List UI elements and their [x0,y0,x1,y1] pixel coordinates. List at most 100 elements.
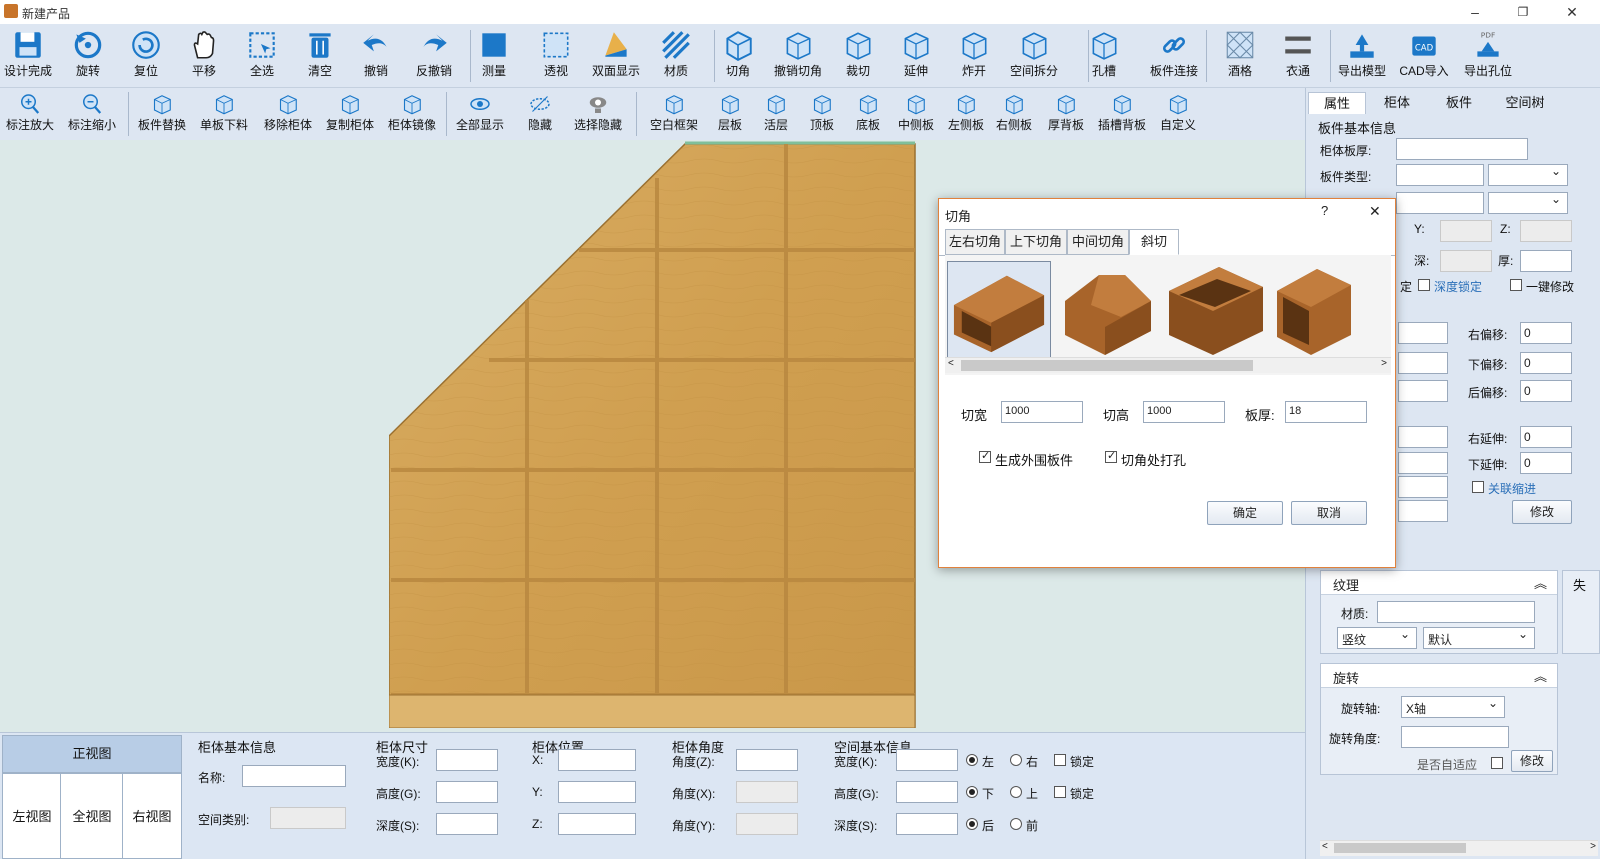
tb-undo-button[interactable]: 撤销 [344,28,408,79]
tb-extend-button[interactable]: 延伸 [884,28,948,79]
texture-header[interactable]: 纹理 ︽ [1321,571,1557,595]
tb-cad-import-button[interactable]: CAD CAD导入 [1392,28,1456,79]
tb-reset-button[interactable]: 复位 [114,28,178,79]
tb-rotate-button[interactable]: 旋转 [56,28,120,79]
tb2-empty-frame-button[interactable]: 空白框架 [642,92,706,133]
tb2-slot-back-button[interactable]: 插槽背板 [1090,92,1154,133]
tb2-mirror-cabinet-button[interactable]: 柜体镜像 [380,92,444,133]
close-icon[interactable]: ✕ [1369,203,1381,220]
collapse-icon[interactable]: ︽ [1534,573,1547,592]
name-input[interactable] [242,765,346,787]
board-type-input[interactable] [1396,164,1484,186]
board-type-select[interactable] [1488,164,1568,186]
one-key-checkbox[interactable] [1510,279,1522,291]
radio-right[interactable] [1010,754,1022,766]
tab-lr-chamfer[interactable]: 左右切角 [945,229,1005,255]
chamfer-shape-4-icon[interactable] [1271,261,1353,359]
tb2-mark-zoom-out-button[interactable]: 标注缩小 [60,92,124,133]
board-sub-select[interactable] [1488,192,1568,214]
tb2-select-hide-button[interactable]: 选择隐藏 [566,92,630,133]
lock-height-checkbox[interactable] [1054,786,1066,798]
tb-measure-button[interactable]: 测量 [462,28,526,79]
gen-outer-checkbox[interactable] [979,449,991,463]
tb2-hide-button[interactable]: 隐藏 [508,92,572,133]
panel-scrollbar[interactable]: < > [1320,840,1598,856]
ext-left-input[interactable] [1398,426,1448,448]
ok-button[interactable]: 确定 [1207,501,1283,525]
help-icon[interactable]: ? [1321,203,1328,218]
ext-front-input[interactable] [1398,476,1448,498]
tb-design-done-button[interactable]: 设计完成 [0,28,60,79]
link-shrink-checkbox[interactable] [1472,481,1484,493]
material-input[interactable] [1377,601,1535,623]
grain-select[interactable]: 竖纹 [1337,627,1417,649]
right-view-button[interactable]: 右视图 [122,773,182,859]
right-offset-input[interactable]: 0 [1520,322,1572,344]
tb2-show-all-button[interactable]: 全部显示 [448,92,512,133]
tb-board-connect-button[interactable]: 板件连接 [1142,28,1206,79]
offset-left-input[interactable] [1398,322,1448,344]
lock-width-checkbox[interactable] [1054,754,1066,766]
tb-explode-button[interactable]: 炸开 [942,28,1006,79]
board-sub-input[interactable] [1396,192,1484,214]
tb2-single-board-button[interactable]: 单板下料 [192,92,256,133]
radio-left[interactable] [966,754,978,766]
chamfer-shape-1-icon[interactable] [947,261,1051,359]
tb-wine-grid-button[interactable]: 酒格 [1208,28,1272,79]
collapse-icon[interactable]: ︽ [1534,666,1547,685]
tb-material-button[interactable]: 材质 [644,28,708,79]
pos-x-input[interactable] [558,749,636,771]
cancel-button[interactable]: 取消 [1291,501,1367,525]
tb-pan-button[interactable]: 平移 [172,28,236,79]
thickness-input[interactable]: 18 [1285,401,1367,423]
adapt-checkbox[interactable] [1491,757,1503,769]
back-offset-input[interactable]: 0 [1520,380,1572,402]
tb-clothes-rail-button[interactable]: 衣通 [1266,28,1330,79]
radio-back[interactable] [966,818,978,830]
tab-boards[interactable]: 板件 [1430,92,1488,114]
tb-double-side-button[interactable]: 双面显示 [584,28,648,79]
rotate-header[interactable]: 旋转 ︽ [1321,664,1557,688]
thickness-input[interactable] [1396,138,1528,160]
drill-checkbox[interactable] [1105,449,1117,463]
tb-space-split-button[interactable]: 空间拆分 [1002,28,1066,79]
rotate-angle-input[interactable] [1401,726,1509,748]
tab-properties[interactable]: 属性 [1308,92,1366,114]
cut-height-input[interactable]: 1000 [1143,401,1225,423]
tb2-mark-zoom-in-button[interactable]: 标注放大 [0,92,62,133]
depth-lock-checkbox[interactable] [1418,279,1430,291]
tab-space-tree[interactable]: 空间树 [1492,92,1558,114]
axis-select[interactable]: X轴 [1401,696,1505,718]
close-window-button[interactable]: ✕ [1550,2,1594,22]
size-depth-input[interactable] [436,813,498,835]
down-ext-input[interactable]: 0 [1520,452,1572,474]
minimize-button[interactable]: – [1453,2,1497,22]
tb2-remove-cabinet-button[interactable]: 移除柜体 [256,92,320,133]
cabinet-model[interactable] [389,140,917,728]
tb-undo-chamfer-button[interactable]: 撤销切角 [766,28,830,79]
space-depth-input[interactable] [896,813,958,835]
angle-z-input[interactable] [736,749,798,771]
offset-front-input[interactable] [1398,380,1448,402]
down-offset-input[interactable]: 0 [1520,352,1572,374]
pos-z-input[interactable] [558,813,636,835]
maximize-button[interactable]: ❐ [1501,2,1545,22]
modify-button[interactable]: 修改 [1512,500,1572,524]
ext-up-input[interactable] [1398,452,1448,474]
ext-extra-input[interactable] [1398,500,1448,522]
left-view-button[interactable]: 左视图 [2,773,62,859]
tab-cabinet[interactable]: 柜体 [1368,92,1426,114]
space-height-input[interactable] [896,781,958,803]
radio-up[interactable] [1010,786,1022,798]
default-select[interactable]: 默认 [1423,627,1535,649]
tb-redo-button[interactable]: 反撤销 [402,28,466,79]
thumb-scrollbar[interactable]: < > [945,357,1391,373]
space-width-input[interactable] [896,749,958,771]
tb-clear-button[interactable]: 清空 [288,28,352,79]
cut-width-input[interactable]: 1000 [1001,401,1083,423]
tb2-custom-button[interactable]: 自定义 [1146,92,1210,133]
tb-select-all-button[interactable]: 全选 [230,28,294,79]
chamfer-shape-3-icon[interactable] [1163,261,1267,359]
tb-cut-button[interactable]: 裁切 [826,28,890,79]
tb2-thick-back-button[interactable]: 厚背板 [1034,92,1098,133]
